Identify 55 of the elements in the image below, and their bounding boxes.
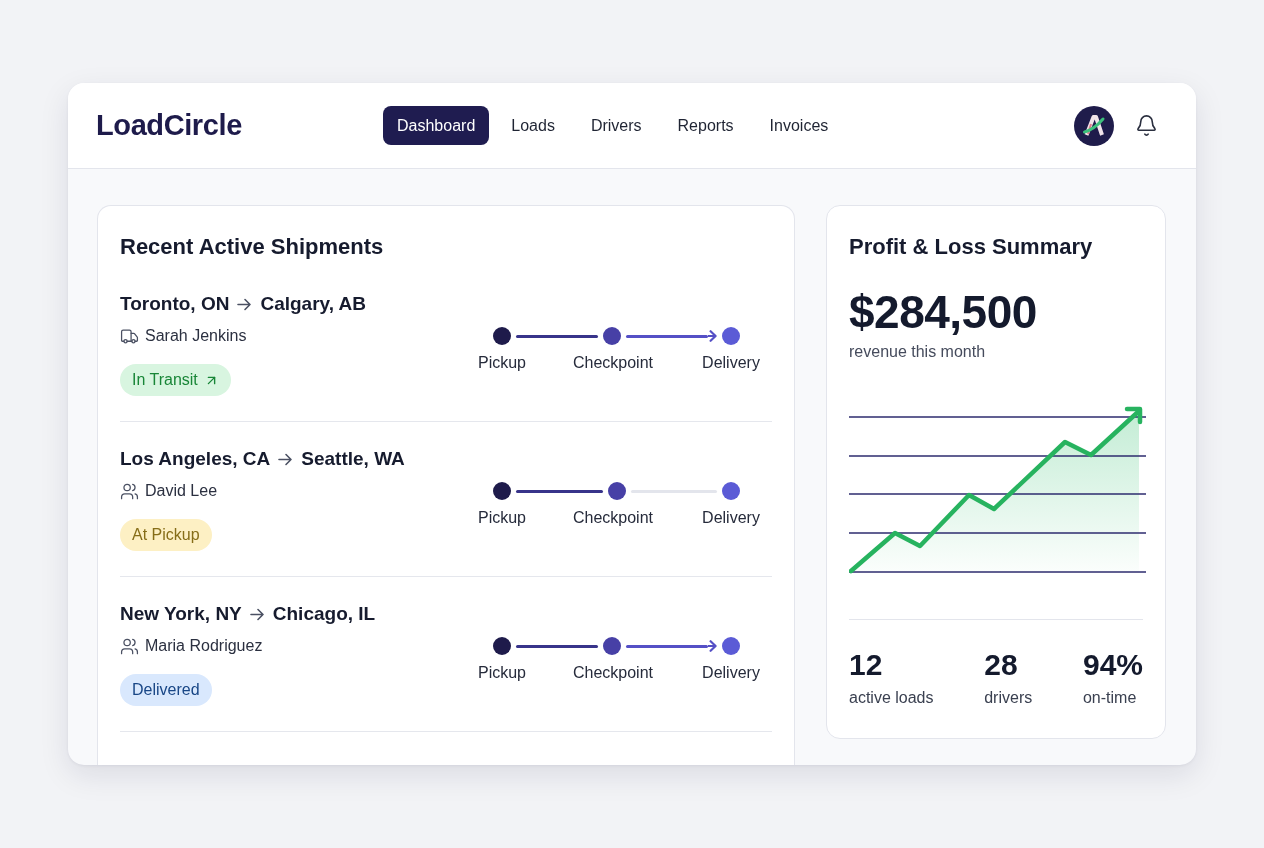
step-label: Delivery xyxy=(702,663,760,683)
nav-tab[interactable]: Invoices xyxy=(755,106,843,145)
driver-name: David Lee xyxy=(145,481,218,501)
step-label: Pickup xyxy=(478,663,526,683)
route-arrow-icon xyxy=(278,452,294,466)
driver-name: Sarah Jenkins xyxy=(145,326,247,346)
destination-city: Calgary, AB xyxy=(260,292,366,316)
step-dot-icon xyxy=(607,482,626,500)
nav-tab[interactable]: Reports xyxy=(663,106,748,145)
step-dot-icon xyxy=(722,327,740,345)
origin-city: Los Angeles, CA xyxy=(120,447,271,471)
stat-value: 28 xyxy=(984,647,1019,683)
origin-city: Toronto, ON xyxy=(120,292,230,316)
nav-tab[interactable]: Loads xyxy=(497,106,569,145)
step-label: Checkpoint xyxy=(572,663,653,683)
step-dot-icon xyxy=(603,637,621,655)
arrowhead-icon xyxy=(708,640,717,652)
nav-tab[interactable]: Dashboard xyxy=(383,106,490,145)
step-label: Checkpoint xyxy=(572,353,653,373)
step-label: Checkpoint xyxy=(572,508,653,528)
destination-city: Chicago, IL xyxy=(272,602,376,626)
revenue-amount: $284,500 xyxy=(849,286,1038,338)
step-label: Delivery xyxy=(702,353,760,373)
bell-icon[interactable] xyxy=(1135,114,1158,137)
panel-title: Recent Active Shipments xyxy=(120,233,385,261)
step-dot-icon xyxy=(493,637,511,655)
nav-tab[interactable]: Drivers xyxy=(576,106,656,145)
stat-label: active loads xyxy=(849,688,934,708)
stat-label: drivers xyxy=(984,688,1033,708)
people-icon xyxy=(120,636,139,656)
step-dot-icon xyxy=(603,327,621,345)
status-badge: At Pickup xyxy=(120,519,212,551)
people-icon xyxy=(120,481,139,501)
stat-value: 12 xyxy=(849,647,884,683)
app-logo: LoadCircle xyxy=(96,109,242,142)
step-label: Delivery xyxy=(702,508,760,528)
step-dot-icon xyxy=(722,482,740,500)
arrowhead-icon xyxy=(708,330,717,342)
step-label: Pickup xyxy=(478,353,526,373)
avatar-icon[interactable] xyxy=(1074,105,1114,146)
origin-city: New York, NY xyxy=(120,602,242,626)
route-arrow-icon xyxy=(237,297,253,311)
revenue-caption: revenue this month xyxy=(849,342,987,362)
stat-label: on-time xyxy=(1082,688,1138,708)
stat-value: 94% xyxy=(1082,647,1143,683)
step-dot-icon xyxy=(722,637,740,655)
panel-title: Profit & Loss Summary xyxy=(849,233,1094,261)
destination-city: Seattle, WA xyxy=(301,447,405,471)
step-dot-icon xyxy=(493,482,511,500)
status-badge: In Transit xyxy=(120,364,231,396)
step-dot-icon xyxy=(493,327,511,345)
step-label: Pickup xyxy=(478,508,526,528)
driver-name: Maria Rodriguez xyxy=(145,636,263,656)
route-arrow-icon xyxy=(249,607,265,621)
status-badge: Delivered xyxy=(120,674,212,706)
